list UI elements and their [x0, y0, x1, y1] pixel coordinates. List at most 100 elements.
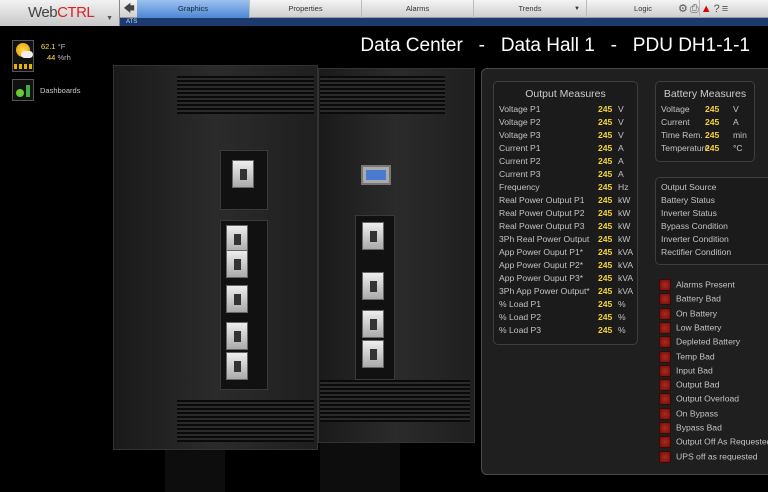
measure-label: Real Power Output P2 [499, 208, 585, 218]
measure-unit: kVA [618, 286, 634, 296]
status-item[interactable]: Inverter Status [656, 208, 768, 221]
output-measures-title: Output Measures [525, 88, 606, 100]
alarm-item[interactable]: Input Bad [659, 364, 713, 378]
alarm-item[interactable]: UPS off as requested [659, 450, 758, 464]
outdoor-humidity: 44 %rh [47, 53, 71, 62]
measure-unit: kVA [618, 260, 634, 270]
alarm-item[interactable]: Output Overload [659, 393, 739, 406]
output-measure-row: % Load P3 245% [494, 325, 637, 338]
webctrl-logo[interactable]: WebCTRL ▼ [0, 0, 120, 26]
measure-value[interactable]: 245 [598, 273, 612, 283]
alarm-item[interactable]: Depleted Battery [659, 336, 740, 349]
alarm-item[interactable]: Battery Bad [659, 293, 721, 306]
measure-value[interactable]: 245 [598, 286, 612, 296]
measure-value[interactable]: 245 [598, 156, 612, 166]
alarm-warning-icon[interactable]: ▲ [701, 3, 714, 15]
measure-value[interactable]: 245 [705, 104, 719, 114]
measure-unit: A [733, 117, 739, 127]
alarm-item[interactable]: Low Battery [659, 321, 721, 335]
output-measures-box: Output Measures Voltage P1 245 V Voltage P2… [493, 81, 638, 345]
output-measure-row: Current P2 245 A [494, 156, 637, 169]
alarm-label: UPS off as requested [676, 450, 758, 461]
alarm-label: Output Overload [676, 393, 740, 404]
toolbar-icons: ⚙⎙▲?≡ [678, 2, 730, 16]
chevron-down-icon[interactable]: ▼ [574, 0, 580, 18]
alarm-led-icon [659, 422, 671, 434]
measure-unit: kW [618, 208, 631, 218]
alarm-item[interactable]: Temp Bad [659, 350, 715, 364]
battery-measures-title: Battery Measures [663, 88, 747, 100]
dashboards-icon[interactable] [12, 79, 34, 101]
measure-value[interactable]: 245 [598, 195, 612, 205]
status-item[interactable]: Battery Status [656, 195, 768, 208]
alarm-item[interactable]: Output Bad [659, 379, 719, 392]
alarm-item[interactable]: Bypass Bad [659, 422, 722, 435]
measure-unit: V [618, 117, 624, 127]
output-measure-row: Voltage P3 245 V [494, 130, 637, 143]
alarm-label: Depleted Battery [676, 336, 741, 347]
status-item[interactable]: Bypass Condition [656, 221, 768, 234]
measure-value[interactable]: 245 [598, 260, 612, 270]
measure-value[interactable]: 245 [598, 247, 612, 257]
menu-icon[interactable]: ≡ [722, 3, 730, 15]
weather-icon[interactable] [12, 40, 34, 72]
status-item[interactable]: Rectifier Condition [656, 247, 768, 260]
alarm-led-icon [659, 364, 671, 377]
back-arrow-icon[interactable]: 🡄 [121, 0, 137, 18]
alarm-led-icon [659, 307, 671, 320]
measure-label: Current P1 [499, 143, 541, 153]
measure-value[interactable]: 245 [705, 130, 719, 140]
measure-value[interactable]: 245 [598, 143, 612, 153]
measure-value[interactable]: 245 [705, 143, 719, 153]
tab-alarms[interactable]: Alarms [362, 0, 474, 18]
measure-value[interactable]: 245 [598, 299, 612, 309]
measure-label: Voltage P3 [499, 130, 541, 140]
measure-value[interactable]: 245 [705, 117, 719, 127]
measure-value[interactable]: 245 [598, 312, 612, 322]
measure-value[interactable]: 245 [598, 182, 612, 192]
logo-text: WebCTRL [28, 4, 95, 21]
measure-value[interactable]: 245 [598, 234, 612, 244]
measure-value[interactable]: 245 [598, 104, 612, 114]
settings-icon[interactable]: ⚙ [678, 3, 690, 15]
measure-label: App Power Ouput P2* [499, 260, 584, 270]
measure-label: % Load P1 [499, 299, 542, 309]
alarm-led-icon [659, 279, 671, 291]
chevron-down-icon[interactable]: ▼ [106, 15, 113, 22]
tab-graphics[interactable]: Graphics [137, 0, 250, 18]
measure-unit: V [733, 104, 739, 114]
tab-properties[interactable]: Properties [250, 0, 362, 18]
tab-trends[interactable]: Trends ▼ [474, 0, 587, 18]
output-measure-row: Real Power Output P3 245 kW [494, 221, 637, 234]
status-item[interactable]: Inverter Condition [656, 234, 768, 247]
measure-value[interactable]: 245 [598, 221, 612, 231]
measure-label: Voltage P1 [499, 104, 541, 114]
alarm-label: On Battery [676, 307, 718, 318]
outdoor-temp: 62.1 °F [41, 42, 66, 51]
measure-unit: % [618, 312, 626, 322]
output-measure-row: App Power Ouput P2* 245 kVA [494, 260, 637, 273]
alarm-led-icon [659, 450, 671, 463]
help-icon[interactable]: ? [714, 3, 722, 15]
alarm-label: Alarms Present [676, 279, 735, 290]
measure-value[interactable]: 245 [598, 117, 612, 127]
measure-value[interactable]: 245 [598, 169, 612, 179]
print-icon[interactable]: ⎙ [690, 3, 701, 15]
alarm-item[interactable]: Output Off As Requested [659, 436, 768, 449]
battery-measure-row: Temperature 245 °C [656, 143, 754, 156]
measure-unit: V [618, 104, 624, 114]
status-item[interactable]: Output Source [656, 182, 768, 195]
measure-value[interactable]: 245 [598, 325, 612, 335]
breadcrumb-item[interactable]: ATS [126, 19, 137, 25]
alarm-led-icon [659, 321, 671, 334]
alarm-item[interactable]: Alarms Present [659, 279, 735, 292]
alarm-label: Output Bad [676, 379, 720, 390]
measure-label: Real Power Output P3 [499, 221, 585, 231]
alarm-led-icon [659, 350, 671, 363]
alarm-item[interactable]: On Bypass [659, 407, 718, 421]
dashboards-link[interactable]: Dashboards [40, 86, 80, 95]
measure-value[interactable]: 245 [598, 130, 612, 140]
measure-unit: Hz [618, 182, 629, 192]
alarm-item[interactable]: On Battery [659, 307, 718, 321]
measure-value[interactable]: 245 [598, 208, 612, 218]
